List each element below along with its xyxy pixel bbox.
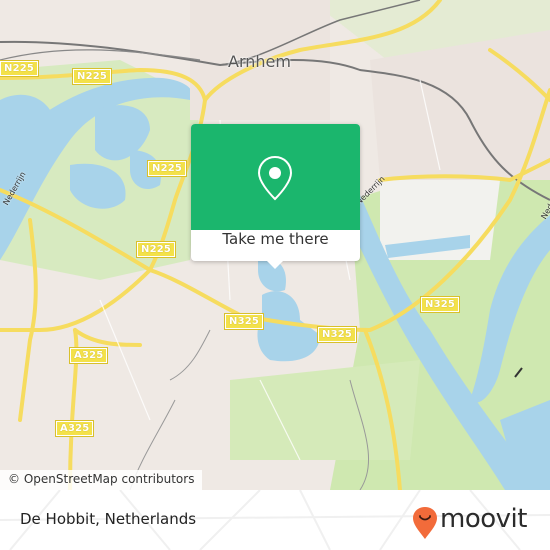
- road-label-a325: A325: [68, 347, 109, 364]
- map-view[interactable]: Arnhem N225 N225 N225 N225 N325 N325 N32…: [0, 0, 550, 490]
- road-label-n225: N225: [146, 160, 188, 177]
- location-popup: Take me there: [191, 124, 360, 269]
- city-label-arnhem: Arnhem: [228, 52, 291, 71]
- footer: De Hobbit, Netherlands moovit: [0, 490, 550, 550]
- green-area: [230, 360, 420, 460]
- railway: [0, 49, 201, 61]
- road-label-n225: N225: [0, 60, 40, 77]
- moovit-pin-icon: [413, 507, 437, 539]
- map-attribution[interactable]: © OpenStreetMap contributors: [0, 470, 203, 490]
- road-label-n325: N325: [223, 313, 265, 330]
- road-label-n225: N225: [71, 68, 113, 85]
- road-label-n325: N325: [316, 326, 358, 343]
- road-label-a325: A325: [54, 420, 95, 437]
- brand-name: moovit: [440, 504, 527, 534]
- place-name: De Hobbit, Netherlands: [20, 510, 197, 528]
- take-me-there-button[interactable]: Take me there: [191, 230, 360, 261]
- popup-header: [191, 124, 360, 230]
- road-label-n325: N325: [419, 296, 461, 313]
- road-label-n225: N225: [135, 241, 177, 258]
- popup-pointer: [267, 261, 283, 269]
- map-pin-icon: [257, 155, 293, 201]
